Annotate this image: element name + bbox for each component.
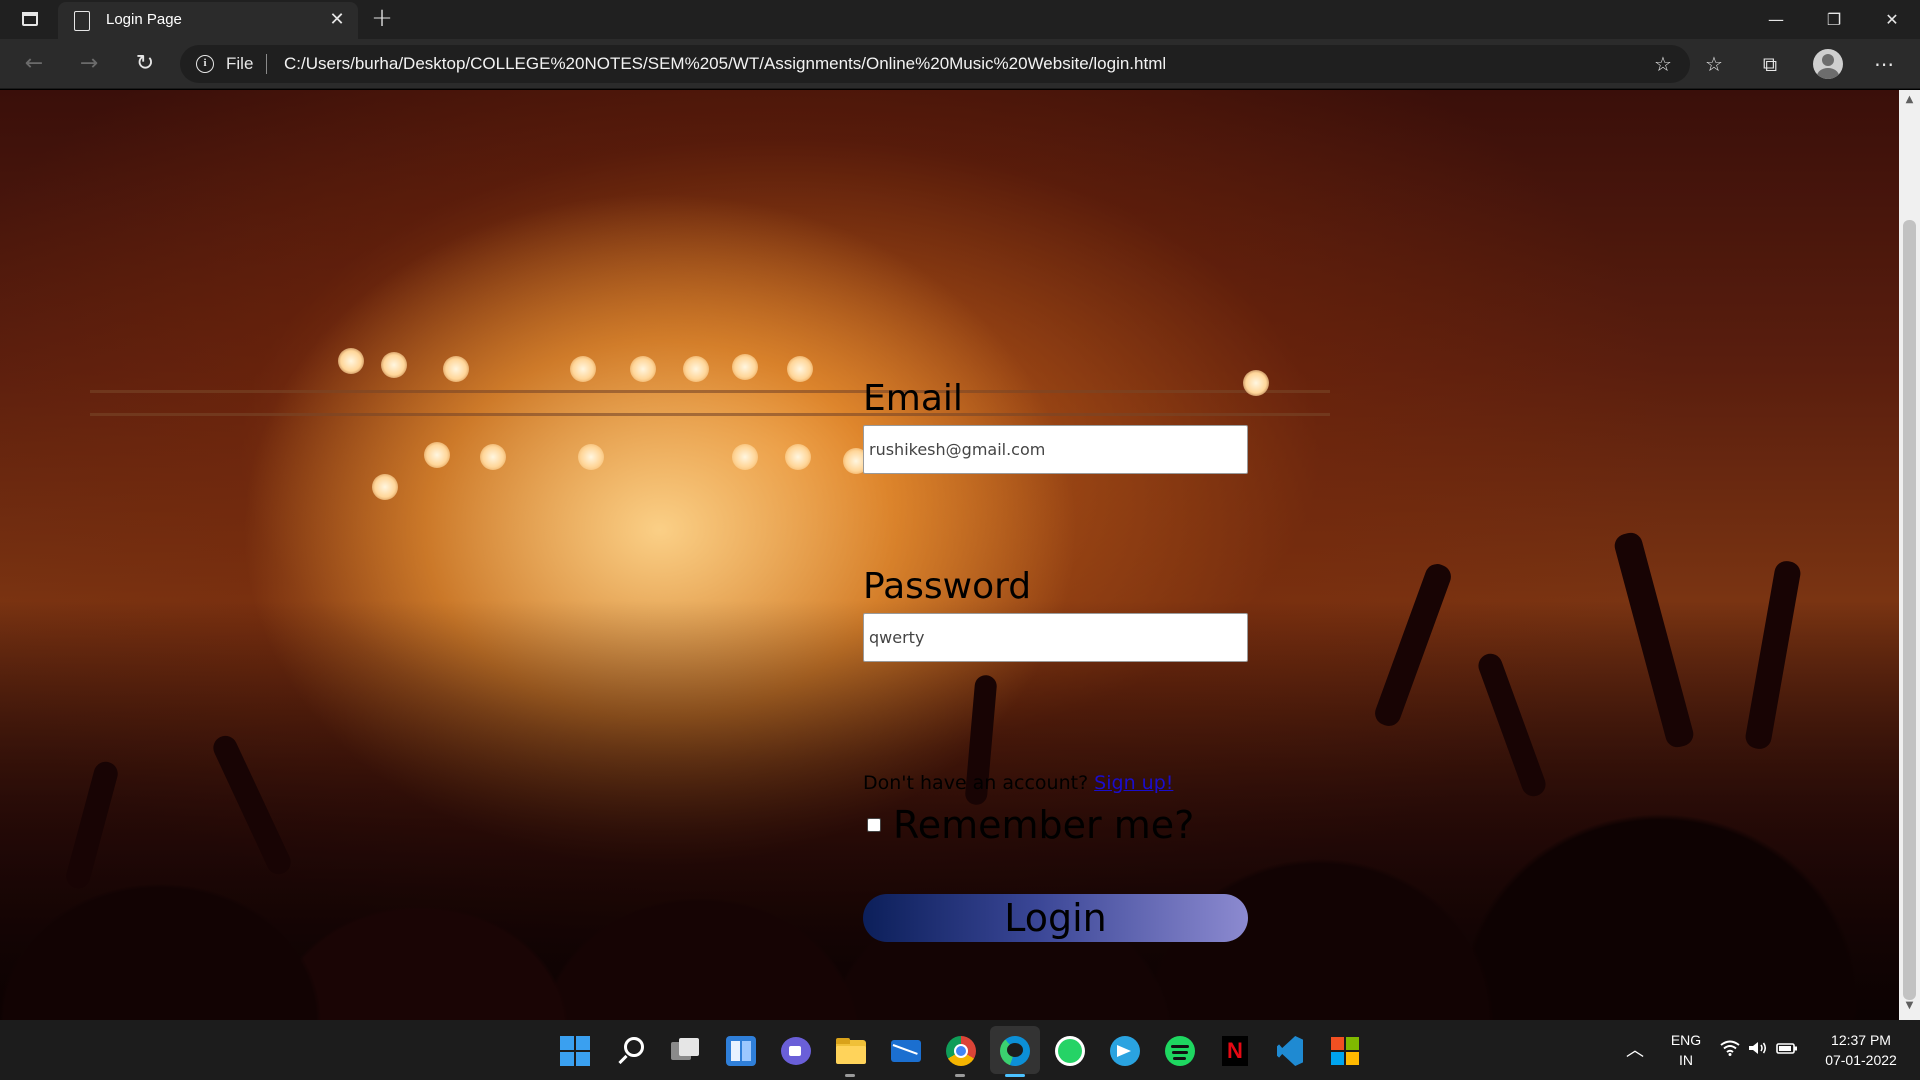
volume-icon[interactable] bbox=[1748, 1040, 1768, 1060]
minimize-icon[interactable]: — bbox=[1748, 0, 1804, 39]
spotify-icon[interactable] bbox=[1163, 1034, 1197, 1068]
stage-light bbox=[630, 356, 656, 382]
back-icon[interactable]: ← bbox=[20, 50, 48, 78]
close-icon[interactable]: ✕ bbox=[326, 9, 348, 31]
password-field[interactable]: qwerty bbox=[863, 613, 1248, 662]
browser-toolbar: ← → ↻ i File C:/Users/burha/Desktop/COLL… bbox=[0, 39, 1920, 89]
tab-login-page[interactable]: Login Page ✕ bbox=[58, 2, 358, 39]
plus-icon[interactable]: + bbox=[368, 4, 396, 32]
taskbar: N ︿ ENG IN 12:37 PM 07-01-2022 bbox=[0, 1020, 1920, 1080]
stage-light bbox=[338, 348, 364, 374]
edge-icon[interactable] bbox=[998, 1034, 1032, 1068]
address-separator bbox=[266, 54, 267, 74]
password-label: Password bbox=[863, 566, 1032, 607]
stage-light bbox=[480, 444, 506, 470]
scroll-thumb[interactable] bbox=[1903, 220, 1916, 1000]
edge-indicator bbox=[1005, 1074, 1025, 1077]
page-scrollbar[interactable]: ▲ ▼ bbox=[1899, 90, 1920, 1020]
sidebar-icon[interactable] bbox=[18, 8, 42, 32]
stage-light bbox=[732, 444, 758, 470]
mail-icon[interactable] bbox=[889, 1034, 923, 1068]
restore-icon[interactable]: ❐ bbox=[1806, 0, 1862, 39]
scroll-down-icon[interactable]: ▼ bbox=[1904, 1000, 1915, 1016]
url-text[interactable]: C:/Users/burha/Desktop/COLLEGE%20NOTES/S… bbox=[284, 54, 1166, 74]
chrome-indicator bbox=[955, 1074, 965, 1077]
whatsapp-icon[interactable] bbox=[1053, 1034, 1087, 1068]
battery-icon[interactable] bbox=[1776, 1040, 1798, 1060]
clock-time[interactable]: 12:37 PM bbox=[1816, 1032, 1906, 1048]
page-background: Email rushikesh@gmail.com Password qwert… bbox=[0, 90, 1899, 1020]
start-icon[interactable] bbox=[558, 1034, 592, 1068]
other-app-icon[interactable] bbox=[1328, 1034, 1362, 1068]
refresh-icon[interactable]: ↻ bbox=[131, 50, 159, 78]
telegram-icon[interactable] bbox=[1108, 1034, 1142, 1068]
email-label: Email bbox=[863, 378, 963, 419]
remember-label: Remember me? bbox=[893, 803, 1195, 847]
stage-light bbox=[1243, 370, 1269, 396]
add-favorite-icon[interactable]: ☆ bbox=[1652, 53, 1674, 75]
signup-prompt-text: Don't have an account? bbox=[863, 772, 1089, 794]
clock-date[interactable]: 07-01-2022 bbox=[1816, 1052, 1906, 1068]
chrome-icon[interactable] bbox=[944, 1034, 978, 1068]
stage-light bbox=[683, 356, 709, 382]
language-label[interactable]: ENG bbox=[1666, 1032, 1706, 1048]
more-icon[interactable]: ⋯ bbox=[1870, 50, 1898, 78]
vscode-icon[interactable] bbox=[1273, 1034, 1307, 1068]
tab-title: Login Page bbox=[106, 11, 182, 28]
widgets-icon[interactable] bbox=[724, 1034, 758, 1068]
stage-light bbox=[785, 444, 811, 470]
netflix-icon[interactable]: N bbox=[1218, 1034, 1252, 1068]
info-icon[interactable]: i bbox=[196, 55, 214, 73]
close-window-icon[interactable]: ✕ bbox=[1864, 0, 1920, 39]
stage-light bbox=[372, 474, 398, 500]
stage-light bbox=[570, 356, 596, 382]
remember-me[interactable]: Remember me? bbox=[867, 803, 1194, 847]
stage-light bbox=[443, 356, 469, 382]
tab-bar: Login Page ✕ + — ❐ ✕ bbox=[0, 0, 1920, 39]
chat-icon[interactable] bbox=[779, 1034, 813, 1068]
email-field[interactable]: rushikesh@gmail.com bbox=[863, 425, 1248, 474]
file-label: File bbox=[226, 54, 254, 73]
stage-truss bbox=[90, 390, 1330, 416]
stage-light bbox=[732, 354, 758, 380]
wifi-icon[interactable] bbox=[1720, 1040, 1740, 1060]
stage-light bbox=[787, 356, 813, 382]
login-button[interactable]: Login bbox=[863, 894, 1248, 942]
signup-link[interactable]: Sign up! bbox=[1094, 772, 1173, 794]
stage-light bbox=[424, 442, 450, 468]
profile-icon[interactable] bbox=[1813, 49, 1843, 79]
favorites-icon[interactable]: ☆ bbox=[1700, 50, 1728, 78]
stage-light bbox=[381, 352, 407, 378]
chevron-up-icon[interactable]: ︿ bbox=[1626, 1036, 1644, 1062]
search-icon[interactable] bbox=[614, 1034, 648, 1068]
file-explorer-icon[interactable] bbox=[834, 1034, 868, 1068]
page-icon bbox=[74, 11, 90, 31]
file-explorer-indicator bbox=[845, 1074, 855, 1077]
region-label[interactable]: IN bbox=[1666, 1052, 1706, 1068]
signup-prompt: Don't have an account? Sign up! bbox=[863, 772, 1173, 794]
remember-checkbox[interactable] bbox=[867, 818, 881, 832]
address-bar[interactable]: i File C:/Users/burha/Desktop/COLLEGE%20… bbox=[180, 45, 1690, 83]
collections-icon[interactable]: ⧉ bbox=[1756, 50, 1784, 78]
task-view-icon[interactable] bbox=[669, 1034, 703, 1068]
stage-light bbox=[578, 444, 604, 470]
forward-icon[interactable]: → bbox=[75, 50, 103, 78]
scroll-up-icon[interactable]: ▲ bbox=[1904, 94, 1915, 110]
